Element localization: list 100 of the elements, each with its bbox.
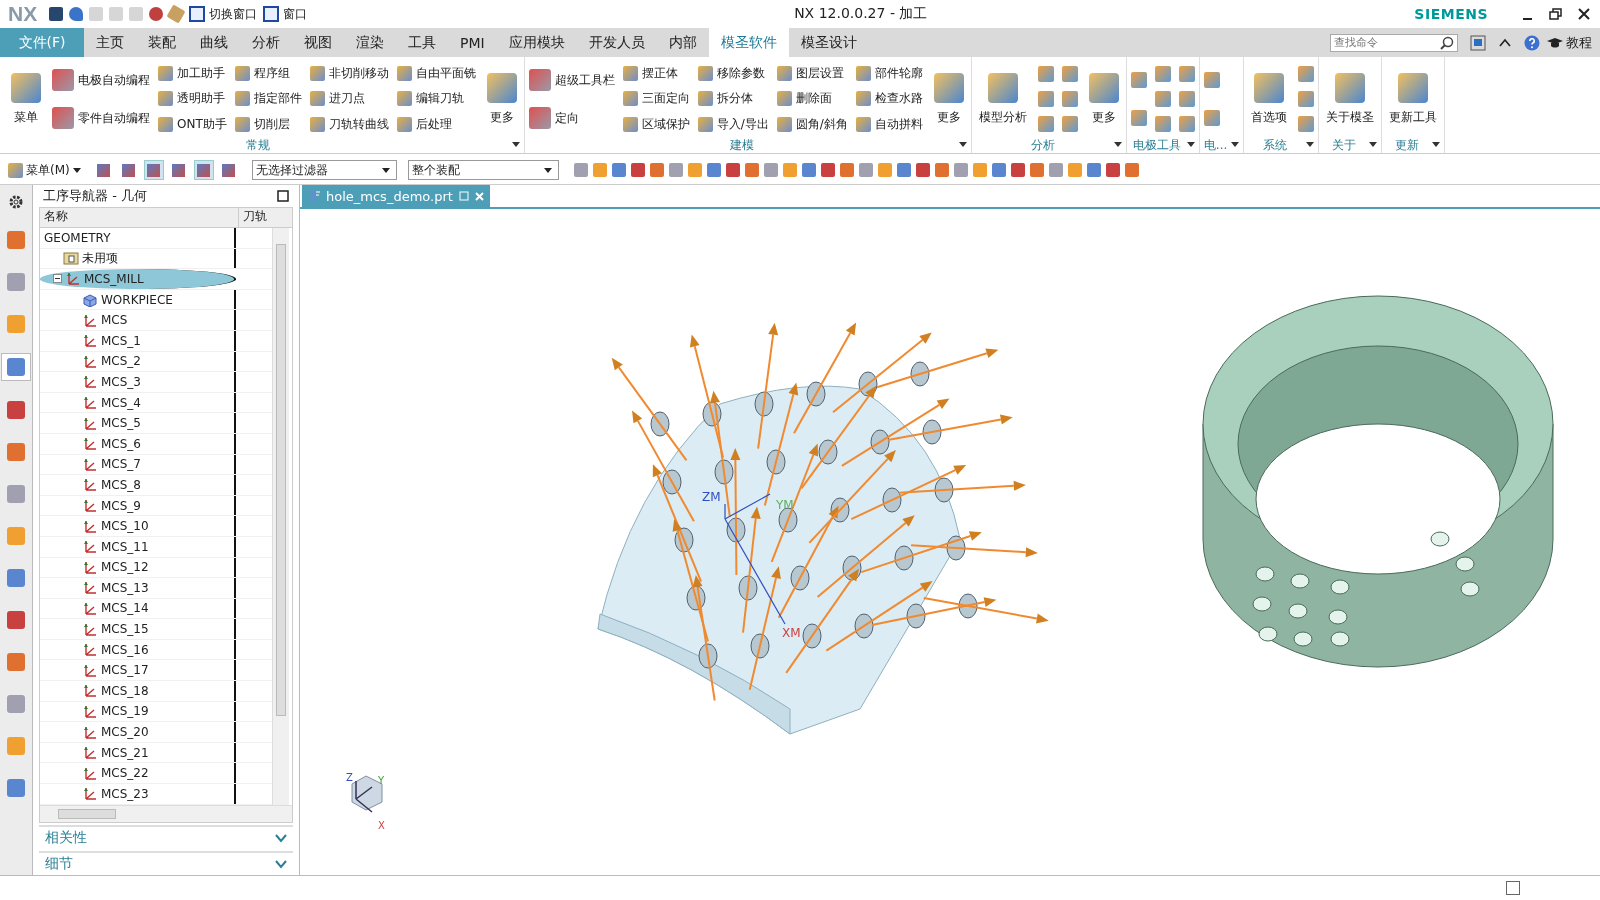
toolbar-icon[interactable] [668, 163, 683, 177]
tool-icon[interactable] [1178, 91, 1195, 107]
toolbar-icon[interactable] [972, 163, 987, 177]
tool-icon[interactable] [1178, 116, 1195, 133]
close-button[interactable] [1576, 6, 1592, 22]
tree-item[interactable]: MCS_2 [40, 351, 236, 372]
toolbar-icon[interactable] [915, 163, 930, 177]
toolbar-icon[interactable] [1067, 163, 1082, 177]
resource-bar-tab[interactable] [1, 353, 31, 381]
ribbon-tab[interactable]: 渲染 [344, 28, 396, 57]
tool-icon[interactable] [1061, 65, 1078, 82]
selection-filter-dropdown[interactable]: 无选择过滤器 [251, 160, 397, 180]
ribbon-button[interactable]: 导入/导出 [697, 115, 769, 133]
ribbon-tab[interactable]: 装配 [136, 28, 188, 57]
tool-icon[interactable] [1154, 65, 1171, 82]
ribbon-button[interactable]: 程序组 [234, 65, 302, 83]
tool-icon[interactable] [1203, 72, 1220, 88]
ribbon-button[interactable]: 模型分析 [975, 63, 1030, 135]
toolbar-icon[interactable] [839, 163, 854, 177]
search-field[interactable]: 查找命令 [1330, 33, 1458, 52]
tree-item[interactable]: MCS_11 [40, 536, 236, 557]
tree-item[interactable]: MCS_13 [40, 578, 236, 598]
tree-item[interactable]: MCS_21 [40, 742, 236, 763]
toolbar-icon[interactable] [744, 163, 759, 177]
ribbon-button[interactable]: 三面定向 [622, 90, 690, 108]
column-header[interactable]: 刀轨 [239, 208, 267, 227]
maximize-icon[interactable] [277, 190, 289, 202]
tree-item[interactable]: MCS_15 [40, 619, 236, 639]
fullscreen-icon[interactable] [1470, 34, 1486, 51]
collapse-icon[interactable] [53, 274, 62, 284]
toolbar-icon[interactable] [1029, 163, 1044, 177]
tree-item[interactable]: MCS_MILL [40, 269, 236, 289]
close-icon[interactable] [474, 191, 484, 201]
tool-icon[interactable] [1178, 65, 1195, 82]
toolbar-toggle-icon[interactable] [143, 160, 164, 180]
ribbon-tab[interactable]: PMI [448, 28, 497, 57]
tree-item[interactable]: MCS_7 [40, 454, 236, 475]
ribbon-button[interactable]: 关于模圣 [1323, 63, 1378, 135]
dropdown-arrow-icon[interactable] [1369, 142, 1378, 148]
tree-item[interactable]: MCS_6 [40, 433, 236, 454]
tool-icon[interactable] [1037, 116, 1054, 133]
tutorial-button[interactable]: 教程 [1546, 28, 1592, 57]
dropdown-arrow-icon[interactable] [1432, 142, 1441, 148]
tree-item[interactable]: MCS_16 [40, 639, 236, 660]
toolbar-icon[interactable] [782, 163, 797, 177]
toolbar-icon[interactable] [1010, 163, 1025, 177]
ribbon-button[interactable]: 删除面 [776, 90, 848, 108]
toolbar-icon[interactable] [573, 163, 588, 177]
ribbon-button[interactable]: 切削层 [234, 115, 302, 133]
ribbon-button[interactable]: 部件轮廓 [855, 65, 923, 83]
tree-item[interactable]: MCS_3 [40, 372, 236, 392]
tree-item[interactable]: MCS_19 [40, 701, 236, 722]
toolbar-icon[interactable] [687, 163, 702, 177]
toolbar-icon[interactable] [858, 163, 873, 177]
tree-item[interactable]: MCS_22 [40, 763, 236, 784]
ribbon-button[interactable]: 自动拼料 [855, 115, 923, 133]
ribbon-button[interactable]: ONT助手 [158, 115, 227, 133]
ribbon-tab[interactable]: 内部 [656, 28, 709, 57]
restore-button[interactable] [1548, 6, 1564, 22]
ribbon-button[interactable]: 更多 [483, 63, 520, 135]
ribbon-button[interactable]: 移除参数 [697, 65, 769, 83]
ribbon-button[interactable]: 电极自动编程 [52, 69, 150, 91]
toolbar-icon[interactable] [1086, 163, 1101, 177]
ribbon-button[interactable]: 更多 [1085, 63, 1122, 135]
tree-item[interactable]: MCS_17 [40, 660, 236, 681]
tool-icon[interactable] [1154, 91, 1171, 107]
tool-icon[interactable] [1061, 116, 1078, 133]
column-header[interactable]: 名称 [40, 208, 239, 227]
toolbar-icon[interactable] [1105, 163, 1120, 177]
ribbon-button[interactable]: 超级工具栏 [528, 69, 615, 91]
tool-icon[interactable] [1037, 91, 1054, 107]
tool-icon[interactable] [1298, 116, 1315, 133]
ribbon-tab[interactable]: 工具 [396, 28, 448, 57]
ribbon-button[interactable]: 编辑刀轨 [396, 90, 476, 108]
dropdown-arrow-icon[interactable] [1186, 142, 1195, 148]
ribbon-button[interactable]: 更多 [930, 63, 967, 135]
toolbar-icon[interactable] [763, 163, 778, 177]
dropdown-arrow-icon[interactable] [1306, 142, 1315, 148]
settings-icon[interactable] [7, 193, 25, 211]
tree-item[interactable]: MCS_12 [40, 557, 236, 578]
toolbar-icon[interactable] [649, 163, 664, 177]
detach-icon[interactable] [458, 191, 469, 201]
ribbon-button[interactable]: 拆分体 [697, 90, 769, 108]
tree-item[interactable]: MCS_8 [40, 475, 236, 495]
tree-item[interactable]: MCS_18 [40, 681, 236, 701]
save-icon[interactable] [49, 7, 64, 21]
ribbon-button[interactable]: 透明助手 [158, 90, 227, 108]
quick-access-button[interactable]: 窗口 [263, 5, 308, 23]
toolbar-icon[interactable] [896, 163, 911, 177]
tree-item[interactable]: MCS_1 [40, 330, 236, 351]
toolbar-icon[interactable] [706, 163, 721, 177]
tree-item[interactable]: MCS_4 [40, 392, 236, 413]
quick-access-button[interactable]: 切换窗口 [189, 5, 258, 23]
ribbon-button[interactable]: 检查水路 [855, 90, 923, 108]
toolbar-icon[interactable] [953, 163, 968, 177]
dropdown-arrow-icon[interactable] [1231, 142, 1240, 148]
ribbon-tab[interactable]: 开发人员 [576, 28, 657, 57]
ribbon-button[interactable]: 区域保护 [622, 115, 690, 133]
ribbon-button[interactable]: 图层设置 [776, 65, 848, 83]
ribbon-tab[interactable]: 模圣软件 [708, 28, 789, 57]
